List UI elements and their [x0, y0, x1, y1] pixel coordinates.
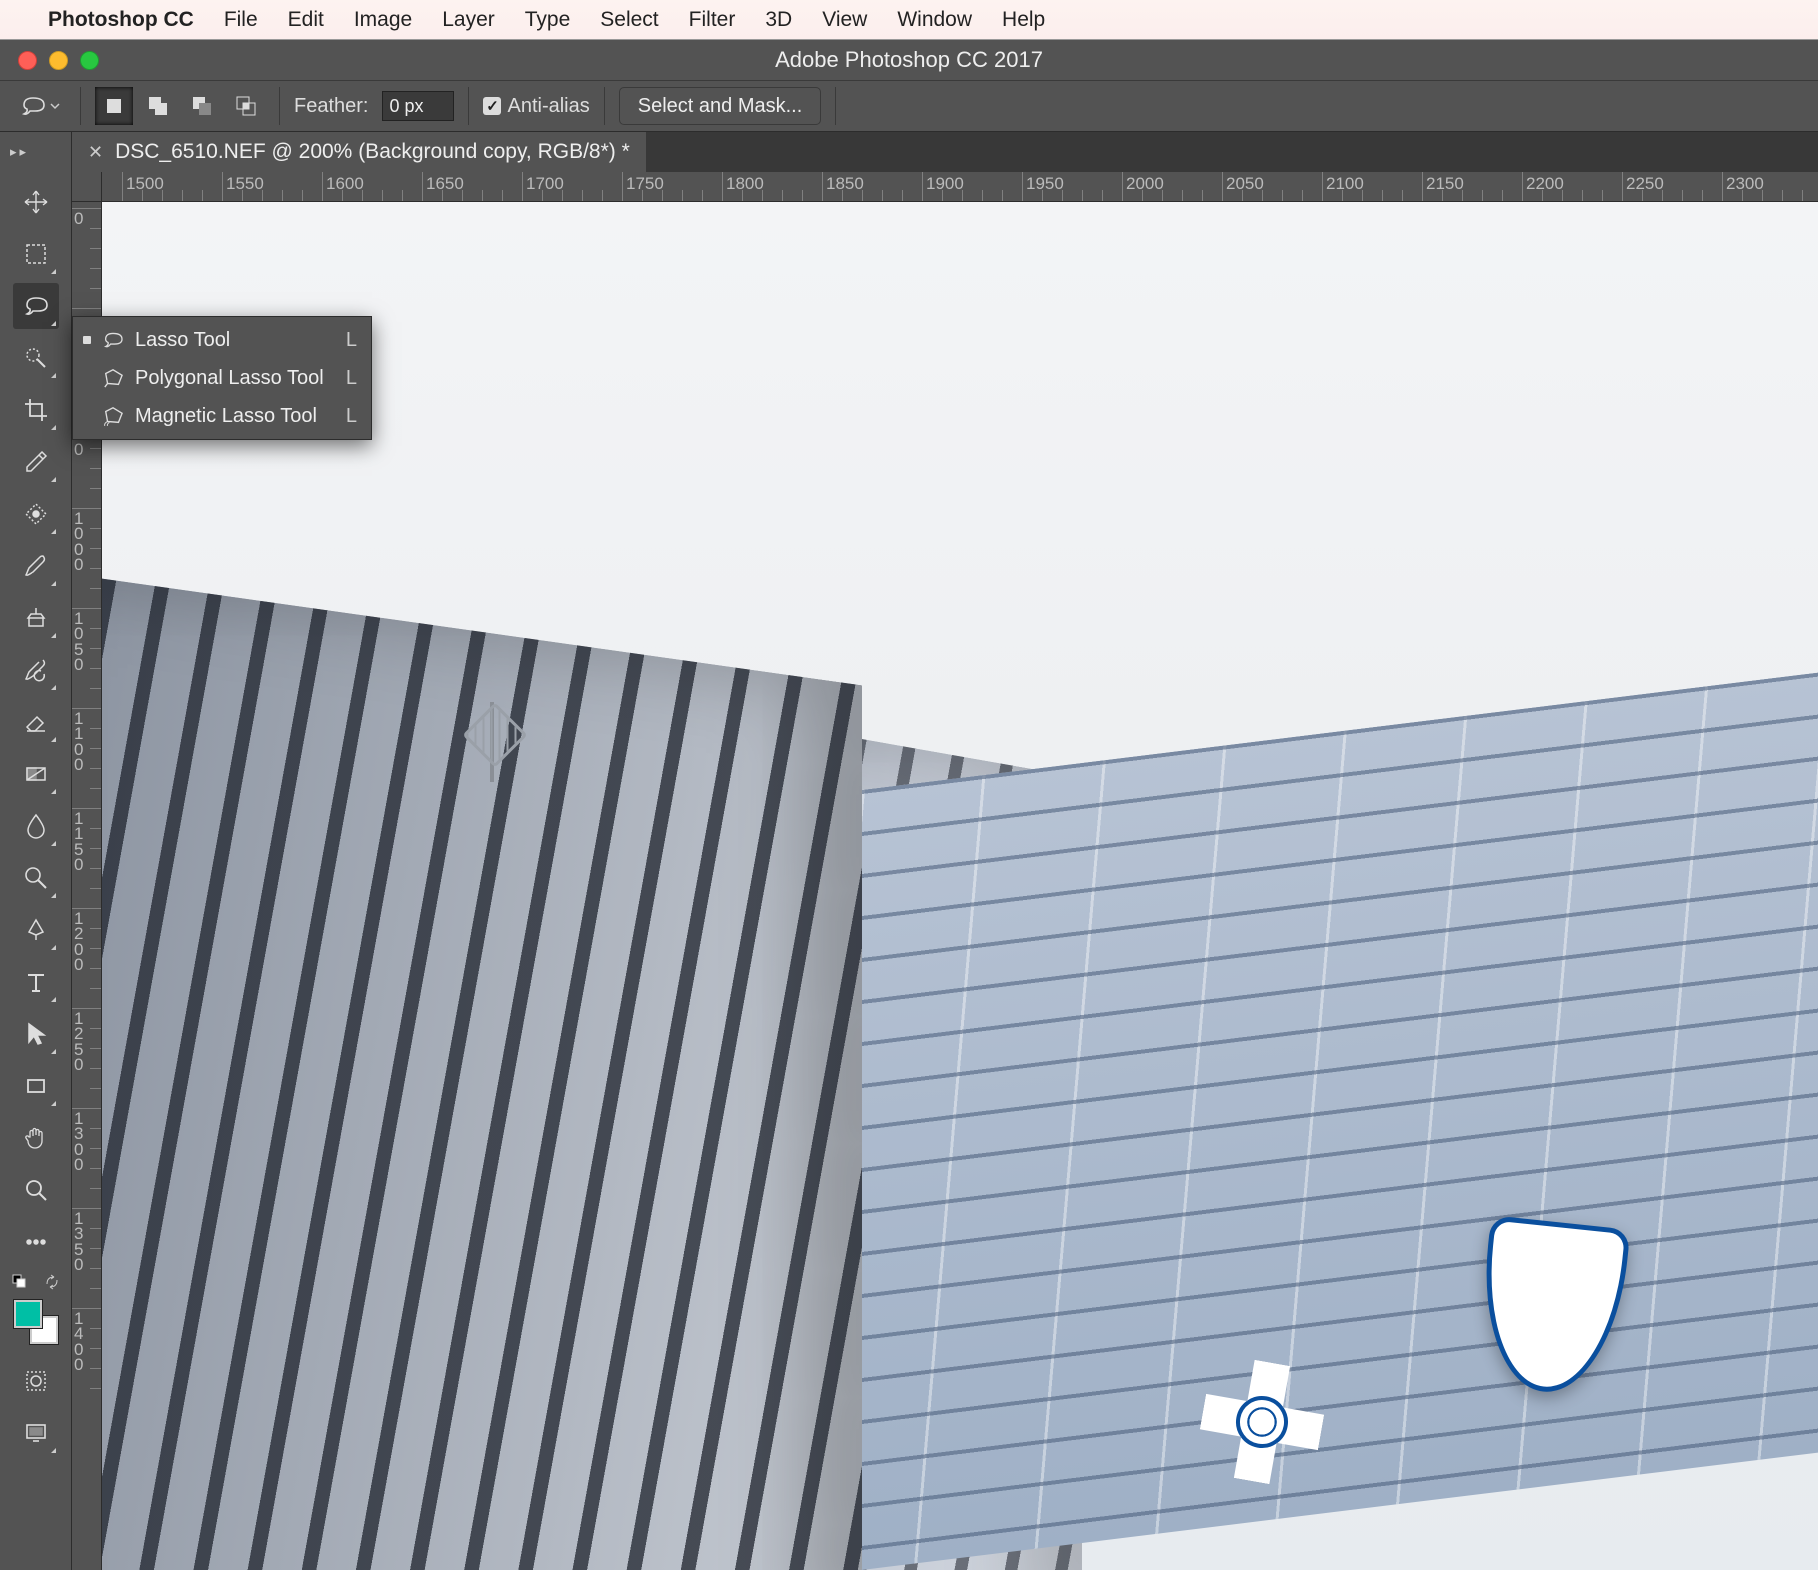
window-maximize-button[interactable] [80, 51, 99, 70]
menu-file[interactable]: File [224, 8, 258, 32]
menu-select[interactable]: Select [600, 8, 658, 32]
antialias-label: Anti-alias [507, 95, 589, 118]
gradient-tool[interactable] [13, 751, 59, 797]
flyout-item-magnetic-lasso-icon[interactable]: Magnetic Lasso Tool L [73, 397, 371, 435]
toolbox [0, 172, 72, 1570]
document-tab-label: DSC_6510.NEF @ 200% (Background copy, RG… [115, 140, 630, 164]
swap-colors-icon[interactable] [44, 1274, 60, 1290]
crop-tool[interactable] [13, 387, 59, 433]
ruler-origin[interactable] [72, 172, 102, 202]
history-brush-tool[interactable] [13, 647, 59, 693]
window-close-button[interactable] [18, 51, 37, 70]
selection-subtract-icon[interactable] [183, 87, 221, 125]
window-minimize-button[interactable] [49, 51, 68, 70]
magnetic-lasso-icon [101, 406, 125, 426]
flyout-item-shortcut: L [346, 329, 357, 352]
brush-tool[interactable] [13, 543, 59, 589]
selection-intersect-icon[interactable] [227, 87, 265, 125]
selected-indicator-icon [83, 336, 91, 344]
lasso-tool-flyout: Lasso Tool L Polygonal Lasso Tool L Magn… [72, 316, 372, 440]
eyedropper-tool[interactable] [13, 439, 59, 485]
window-title: Adobe Photoshop CC 2017 [0, 47, 1818, 73]
blur-tool[interactable] [13, 803, 59, 849]
quick-mask-mode-icon[interactable] [13, 1358, 59, 1404]
edit-toolbar[interactable] [13, 1219, 59, 1265]
flyout-item-polygonal-lasso-icon[interactable]: Polygonal Lasso Tool L [73, 359, 371, 397]
window-titlebar: Adobe Photoshop CC 2017 [0, 40, 1818, 80]
color-swatches[interactable] [14, 1300, 58, 1344]
document-tab[interactable]: ✕ DSC_6510.NEF @ 200% (Background copy, … [72, 132, 646, 172]
rectangular-marquee-tool[interactable] [13, 231, 59, 277]
rectangle-tool[interactable] [13, 1063, 59, 1109]
menu-type[interactable]: Type [525, 8, 571, 32]
lasso-tool[interactable] [13, 283, 59, 329]
quick-selection-tool[interactable] [13, 335, 59, 381]
menu-view[interactable]: View [822, 8, 867, 32]
app-menu[interactable]: Photoshop CC [48, 8, 194, 32]
spot-healing-brush-tool[interactable] [13, 491, 59, 537]
close-icon[interactable]: ✕ [88, 142, 103, 163]
foreground-color-swatch[interactable] [14, 1300, 42, 1328]
feather-input[interactable] [382, 91, 454, 121]
options-bar: Feather: ✓ Anti-alias Select and Mask... [0, 80, 1818, 132]
clone-stamp-tool[interactable] [13, 595, 59, 641]
flyout-item-shortcut: L [346, 367, 357, 390]
selection-new-icon[interactable] [95, 87, 133, 125]
canvas-image-building [862, 673, 1818, 1570]
screen-mode-icon[interactable] [13, 1410, 59, 1456]
polygonal-lasso-icon [101, 368, 125, 388]
document-tab-bar: ▸▸ ✕ DSC_6510.NEF @ 200% (Background cop… [0, 132, 1818, 172]
zoom-tool[interactable] [13, 1167, 59, 1213]
pen-tool[interactable] [13, 907, 59, 953]
checkbox-checked-icon: ✓ [483, 97, 501, 115]
flyout-item-shortcut: L [346, 405, 357, 428]
eraser-tool[interactable] [13, 699, 59, 745]
chevron-down-icon [50, 101, 60, 111]
flyout-item-lasso-icon[interactable]: Lasso Tool L [73, 321, 371, 359]
menu-window[interactable]: Window [897, 8, 972, 32]
menu-filter[interactable]: Filter [689, 8, 736, 32]
select-and-mask-button[interactable]: Select and Mask... [619, 87, 822, 125]
flyout-item-label: Magnetic Lasso Tool [135, 405, 336, 428]
selection-add-icon[interactable] [139, 87, 177, 125]
menu-layer[interactable]: Layer [442, 8, 495, 32]
mac-menubar: Photoshop CC File Edit Image Layer Type … [0, 0, 1818, 40]
horizontal-ruler[interactable]: 1500155016001650170017501800185019001950… [102, 172, 1818, 202]
dodge-tool[interactable] [13, 855, 59, 901]
menu-edit[interactable]: Edit [288, 8, 324, 32]
tool-preset-picker[interactable] [14, 91, 66, 121]
hand-tool[interactable] [13, 1115, 59, 1161]
path-selection-tool[interactable] [13, 1011, 59, 1057]
flyout-item-label: Polygonal Lasso Tool [135, 367, 336, 390]
default-colors-icon[interactable] [12, 1274, 26, 1288]
menu-help[interactable]: Help [1002, 8, 1045, 32]
type-tool[interactable] [13, 959, 59, 1005]
move-tool[interactable] [13, 179, 59, 225]
flyout-item-label: Lasso Tool [135, 329, 336, 352]
selection-mode-group [95, 87, 265, 125]
canvas-image-antenna [462, 702, 522, 782]
antialias-checkbox[interactable]: ✓ Anti-alias [483, 95, 589, 118]
feather-label: Feather: [294, 95, 368, 118]
menu-image[interactable]: Image [354, 8, 412, 32]
menu-3d[interactable]: 3D [765, 8, 792, 32]
toolbox-expand-icon[interactable]: ▸▸ [0, 132, 72, 172]
lasso-icon [101, 331, 125, 349]
